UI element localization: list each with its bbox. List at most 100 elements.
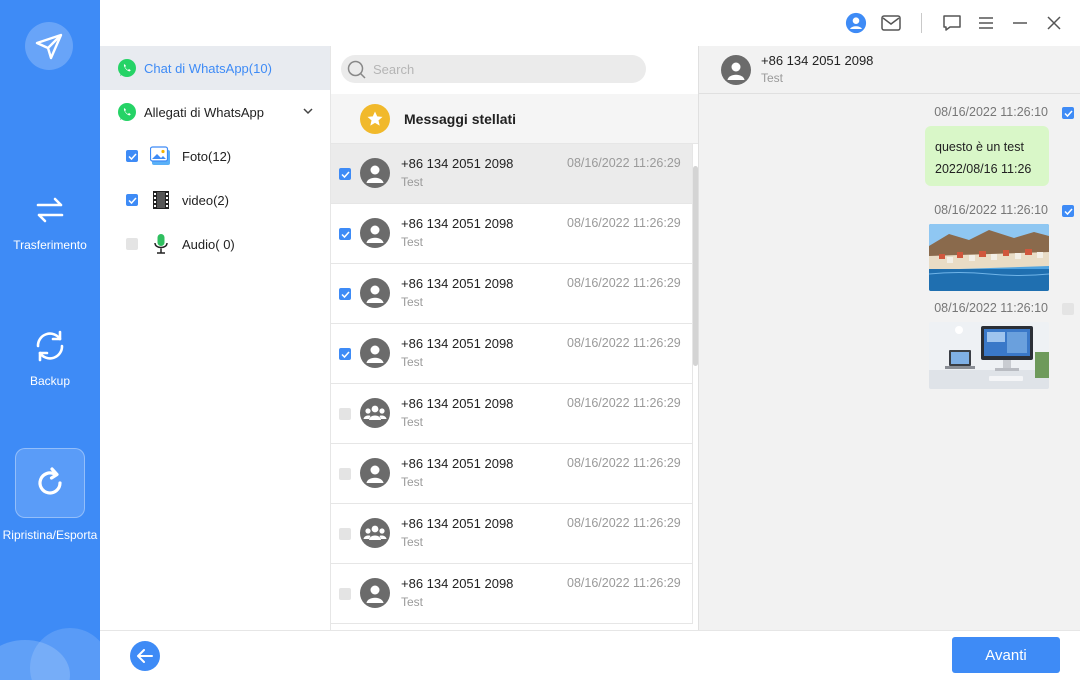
chat-checkbox[interactable]	[339, 528, 351, 540]
sub-item-photos[interactable]: Foto(12)	[100, 134, 330, 178]
chat-checkbox[interactable]	[339, 288, 351, 300]
sub-item-label: video(2)	[182, 192, 229, 208]
chat-row[interactable]: +86 134 2051 2098 Test 08/16/2022 11:26:29	[331, 384, 693, 444]
photo-icon	[150, 145, 172, 167]
chat-preview: Test	[401, 475, 424, 489]
back-button[interactable]	[130, 641, 160, 671]
sub-item-audio[interactable]: Audio( 0)	[100, 222, 330, 266]
message-bubble: questo è un test 2022/08/16 11:26	[925, 126, 1049, 186]
chat-checkbox[interactable]	[339, 168, 351, 180]
nav-label: Trasferimento	[13, 238, 87, 252]
contact-status: Test	[761, 71, 784, 85]
whatsapp-icon	[118, 103, 136, 121]
message-checkbox[interactable]	[1062, 107, 1074, 119]
chat-time: 08/16/2022 11:26:29	[567, 456, 681, 470]
contact-avatar-icon	[360, 158, 390, 188]
chat-time: 08/16/2022 11:26:29	[567, 156, 681, 170]
category-label: Chat di WhatsApp(10)	[144, 60, 272, 76]
message-checkbox[interactable]	[1062, 205, 1074, 217]
chat-preview: Test	[401, 595, 424, 609]
paper-plane-logo	[25, 22, 73, 70]
chat-list-panel: Messaggi stellati +86 134 2051 2098 Test 0…	[330, 46, 698, 630]
chat-row[interactable]: +86 134 2051 2098 Test 08/16/2022 11:26:29	[331, 144, 693, 204]
chat-row[interactable]: +86 134 2051 2098 Test 08/16/2022 11:26:29	[331, 324, 693, 384]
sync-icon	[36, 330, 64, 362]
message-timestamp: 08/16/2022 11:26:10	[934, 203, 1048, 217]
close-icon[interactable]	[1043, 12, 1065, 34]
chat-time: 08/16/2022 11:26:29	[567, 216, 681, 230]
search-input[interactable]	[341, 55, 646, 83]
feedback-icon[interactable]	[941, 12, 963, 34]
chat-row[interactable]: +86 134 2051 2098 Test 08/16/2022 11:26:29	[331, 204, 693, 264]
category-whatsapp-chats[interactable]: Chat di WhatsApp(10)	[100, 46, 330, 90]
message-timestamp: 08/16/2022 11:26:10	[934, 301, 1048, 315]
sub-item-label: Audio( 0)	[182, 236, 235, 252]
mail-icon[interactable]	[880, 12, 902, 34]
chat-time: 08/16/2022 11:26:29	[567, 276, 681, 290]
nav-item-backup[interactable]: Backup	[0, 326, 100, 388]
arrow-left-icon	[137, 649, 153, 663]
chat-checkbox[interactable]	[339, 228, 351, 240]
chat-time: 08/16/2022 11:26:29	[567, 576, 681, 590]
group-avatar-icon	[360, 518, 390, 548]
title-bar	[100, 0, 1080, 46]
chat-preview: Test	[401, 175, 424, 189]
nav-label: Ripristina/Esporta	[2, 528, 98, 542]
film-icon	[150, 189, 172, 211]
chat-row[interactable]: +86 134 2051 2098 Test 08/16/2022 11:26:29	[331, 504, 693, 564]
starred-label: Messaggi stellati	[404, 110, 517, 127]
photos-checkbox[interactable]	[126, 150, 138, 162]
contact-name: +86 134 2051 2098	[761, 53, 874, 68]
chat-row[interactable]: +86 134 2051 2098 Test 08/16/2022 11:26:29	[331, 564, 693, 624]
videos-checkbox[interactable]	[126, 194, 138, 206]
chat-name: +86 134 2051 2098	[401, 156, 514, 171]
chat-checkbox[interactable]	[339, 408, 351, 420]
chat-rows: +86 134 2051 2098 Test 08/16/2022 11:26:29…	[331, 144, 693, 624]
chat-checkbox[interactable]	[339, 588, 351, 600]
contact-avatar-icon	[360, 338, 390, 368]
message-timestamp: 08/16/2022 11:26:10	[934, 105, 1048, 119]
contact-avatar	[721, 55, 751, 85]
minimize-icon[interactable]	[1009, 12, 1031, 34]
chat-preview: Test	[401, 355, 424, 369]
next-button[interactable]: Avanti	[952, 637, 1060, 673]
star-icon	[360, 103, 390, 134]
coastal-town-photo[interactable]	[929, 224, 1049, 291]
sub-item-videos[interactable]: video(2)	[100, 178, 330, 222]
chevron-down-icon[interactable]	[302, 105, 314, 117]
message-checkbox[interactable]	[1062, 303, 1074, 315]
chat-preview: Test	[401, 415, 424, 429]
desk-computer-photo[interactable]	[929, 322, 1049, 389]
chat-row[interactable]: +86 134 2051 2098 Test 08/16/2022 11:26:29	[331, 444, 693, 504]
chat-preview: Test	[401, 535, 424, 549]
category-whatsapp-attachments[interactable]: Allegati di WhatsApp	[100, 90, 330, 134]
contact-avatar-icon	[360, 218, 390, 248]
chat-row[interactable]: +86 134 2051 2098 Test 08/16/2022 11:26:29	[331, 264, 693, 324]
message-text: questo è un test	[935, 140, 1024, 154]
user-icon[interactable]	[845, 12, 867, 34]
contact-avatar-icon	[360, 578, 390, 608]
category-label: Allegati di WhatsApp	[144, 104, 264, 120]
category-panel: Chat di WhatsApp(10) Allegati di WhatsAp…	[100, 46, 330, 630]
chat-name: +86 134 2051 2098	[401, 276, 514, 291]
nav-item-restore-export[interactable]: Ripristina/Esporta	[0, 448, 100, 542]
starred-messages-item[interactable]: Messaggi stellati	[331, 94, 698, 144]
contact-avatar-icon	[360, 458, 390, 488]
title-bar-separator	[921, 13, 922, 33]
menu-icon[interactable]	[975, 12, 997, 34]
restore-icon	[38, 467, 62, 495]
nav-item-transfer[interactable]: Trasferimento	[0, 190, 100, 252]
chat-name: +86 134 2051 2098	[401, 456, 514, 471]
chat-time: 08/16/2022 11:26:29	[567, 336, 681, 350]
chat-checkbox[interactable]	[339, 468, 351, 480]
contact-avatar-icon	[360, 278, 390, 308]
message-text: 2022/08/16 11:26	[935, 162, 1032, 176]
chat-name: +86 134 2051 2098	[401, 336, 514, 351]
nav-label: Backup	[29, 374, 71, 388]
group-avatar-icon	[360, 398, 390, 428]
chat-checkbox[interactable]	[339, 348, 351, 360]
decorative-cloud	[30, 628, 100, 680]
audio-checkbox[interactable]	[126, 238, 138, 250]
chat-time: 08/16/2022 11:26:29	[567, 516, 681, 530]
chat-time: 08/16/2022 11:26:29	[567, 396, 681, 410]
